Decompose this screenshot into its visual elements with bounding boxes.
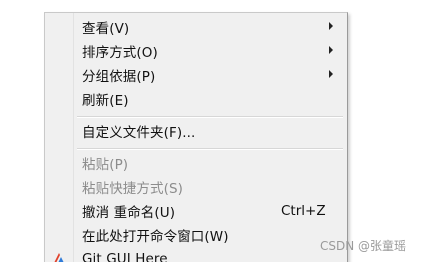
submenu-arrow-icon [329,22,333,30]
menu-item-paste-shortcut: 粘贴快捷方式(S) [45,175,347,199]
menu-item-git-gui-here[interactable]: Git GUI Here [45,247,347,262]
menu-item-sort-by[interactable]: 排序方式(O) [45,39,347,63]
menu-item-label: 分组依据(P) [82,69,156,85]
watermark-text: CSDN @张童瑶 [320,239,407,253]
submenu-arrow-icon [329,70,333,78]
menu-item-customize-folder[interactable]: 自定义文件夹(F)... [45,119,347,143]
menu-item-label: Git GUI Here [82,251,168,262]
menu-item-label: 在此处打开命令窗口(W) [82,229,229,245]
submenu-arrow-icon [329,46,333,54]
menu-item-view[interactable]: 查看(V) [45,15,347,39]
git-gui-icon [51,251,67,262]
menu-item-label: 粘贴(P) [82,157,129,173]
menu-item-label: 自定义文件夹(F)... [82,125,196,141]
menu-separator [77,116,343,118]
menu-item-open-command-window[interactable]: 在此处打开命令窗口(W) [45,223,347,247]
menu-item-shortcut: Ctrl+Z [281,203,326,219]
menu-item-label: 查看(V) [82,21,130,37]
desktop-area: 查看(V) 排序方式(O) 分组依据(P) 刷新(E) 自定义文件夹(F)...… [0,0,435,262]
menu-item-label: 粘贴快捷方式(S) [82,181,184,197]
context-menu: 查看(V) 排序方式(O) 分组依据(P) 刷新(E) 自定义文件夹(F)...… [44,12,348,262]
menu-separator [77,148,343,150]
menu-item-group-by[interactable]: 分组依据(P) [45,63,347,87]
menu-item-label: 排序方式(O) [82,45,158,61]
menu-item-paste: 粘贴(P) [45,151,347,175]
menu-item-label: 撤消 重命名(U) [82,205,176,221]
menu-item-refresh[interactable]: 刷新(E) [45,87,347,111]
menu-item-undo-rename[interactable]: 撤消 重命名(U) Ctrl+Z [45,199,347,223]
menu-item-label: 刷新(E) [82,93,129,109]
